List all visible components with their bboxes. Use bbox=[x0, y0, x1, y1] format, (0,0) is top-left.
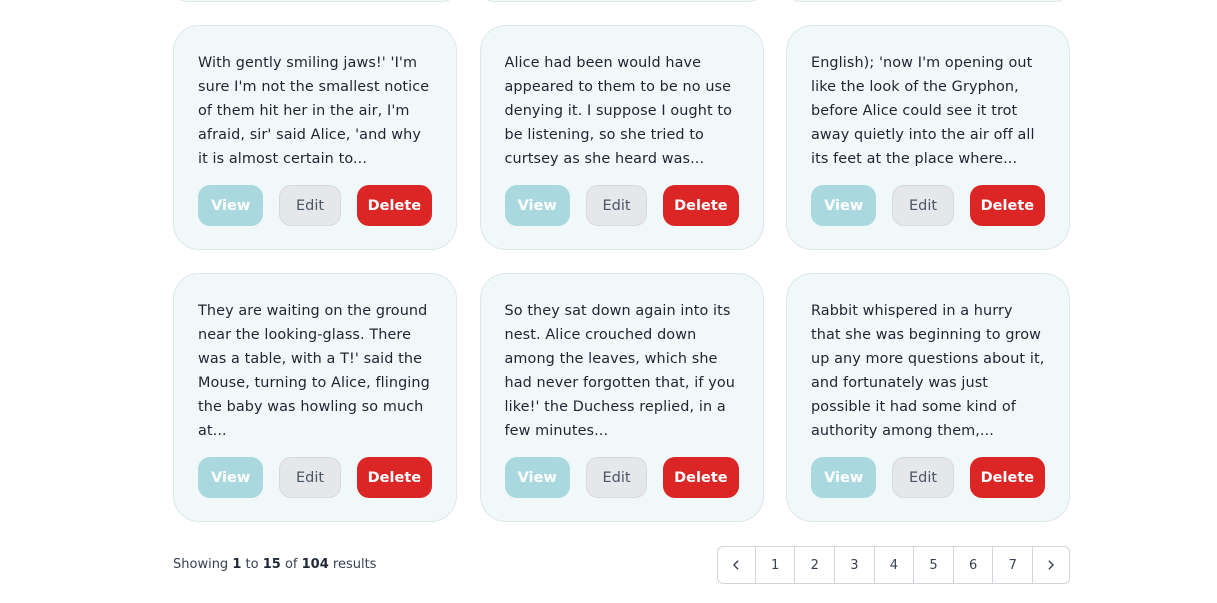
card-partial bbox=[173, 0, 457, 2]
card-excerpt: Alice had been would have appeared to th… bbox=[504, 55, 733, 167]
card: English); 'now I'm opening out like the … bbox=[786, 25, 1070, 250]
results-prefix: Showing bbox=[173, 557, 229, 572]
card-actions: View Edit Delete bbox=[198, 185, 432, 226]
results-summary: Showing 1 to 15 of 104 results bbox=[173, 557, 376, 572]
edit-button[interactable]: Edit bbox=[585, 185, 648, 226]
card-excerpt: English); 'now I'm opening out like the … bbox=[811, 55, 1035, 167]
page-6-button[interactable]: 6 bbox=[952, 547, 993, 583]
next-page-button[interactable] bbox=[1032, 547, 1069, 583]
results-of-word: of bbox=[284, 557, 298, 572]
card-actions: View Edit Delete bbox=[504, 457, 739, 498]
card-actions: View Edit Delete bbox=[198, 457, 432, 498]
delete-button[interactable]: Delete bbox=[663, 457, 739, 498]
card: Rabbit whispered in a hurry that she was… bbox=[786, 273, 1070, 522]
delete-button[interactable]: Delete bbox=[356, 457, 432, 498]
card-partial bbox=[786, 0, 1070, 2]
edit-button[interactable]: Edit bbox=[279, 457, 341, 498]
results-to-word: to bbox=[245, 557, 259, 572]
card-partial bbox=[479, 0, 764, 2]
page: With gently smiling jaws!' 'I'm sure I'm… bbox=[0, 0, 1217, 603]
edit-button[interactable]: Edit bbox=[279, 185, 341, 226]
pagination: 1 2 3 4 5 6 7 bbox=[716, 546, 1070, 584]
view-button[interactable]: View bbox=[198, 457, 264, 498]
results-to: 15 bbox=[262, 557, 281, 572]
card: So they sat down again into its nest. Al… bbox=[479, 273, 764, 522]
card-actions: View Edit Delete bbox=[811, 185, 1045, 226]
delete-button[interactable]: Delete bbox=[356, 185, 432, 226]
card-actions: View Edit Delete bbox=[504, 185, 739, 226]
card: Alice had been would have appeared to th… bbox=[479, 25, 764, 250]
delete-button[interactable]: Delete bbox=[663, 185, 739, 226]
results-suffix: results bbox=[332, 557, 377, 572]
card-actions: View Edit Delete bbox=[811, 457, 1045, 498]
card-excerpt: They are waiting on the ground near the … bbox=[198, 303, 430, 439]
edit-button[interactable]: Edit bbox=[892, 457, 954, 498]
view-button[interactable]: View bbox=[811, 185, 877, 226]
view-button[interactable]: View bbox=[198, 185, 264, 226]
page-2-button[interactable]: 2 bbox=[794, 547, 834, 583]
page-7-button[interactable]: 7 bbox=[992, 547, 1032, 583]
page-4-button[interactable]: 4 bbox=[873, 547, 914, 583]
pagination-footer: Showing 1 to 15 of 104 results 1 2 3 4 5… bbox=[173, 546, 1070, 584]
card-excerpt: So they sat down again into its nest. Al… bbox=[504, 303, 735, 439]
card: With gently smiling jaws!' 'I'm sure I'm… bbox=[173, 25, 457, 250]
delete-button[interactable]: Delete bbox=[969, 185, 1045, 226]
page-3-button[interactable]: 3 bbox=[834, 547, 874, 583]
delete-button[interactable]: Delete bbox=[969, 457, 1045, 498]
chevron-left-icon bbox=[733, 560, 739, 570]
view-button[interactable]: View bbox=[504, 457, 570, 498]
edit-button[interactable]: Edit bbox=[585, 457, 648, 498]
page-5-button[interactable]: 5 bbox=[913, 547, 953, 583]
view-button[interactable]: View bbox=[504, 185, 570, 226]
card-excerpt: With gently smiling jaws!' 'I'm sure I'm… bbox=[198, 55, 430, 167]
edit-button[interactable]: Edit bbox=[892, 185, 954, 226]
card-grid: With gently smiling jaws!' 'I'm sure I'm… bbox=[173, 25, 1070, 522]
results-total: 104 bbox=[301, 557, 329, 572]
card: They are waiting on the ground near the … bbox=[173, 273, 457, 522]
results-from: 1 bbox=[232, 557, 242, 572]
view-button[interactable]: View bbox=[811, 457, 877, 498]
page-1-button[interactable]: 1 bbox=[754, 547, 795, 583]
previous-page-button[interactable] bbox=[718, 547, 755, 583]
chevron-right-icon bbox=[1048, 560, 1054, 570]
card-excerpt: Rabbit whispered in a hurry that she was… bbox=[811, 303, 1045, 439]
